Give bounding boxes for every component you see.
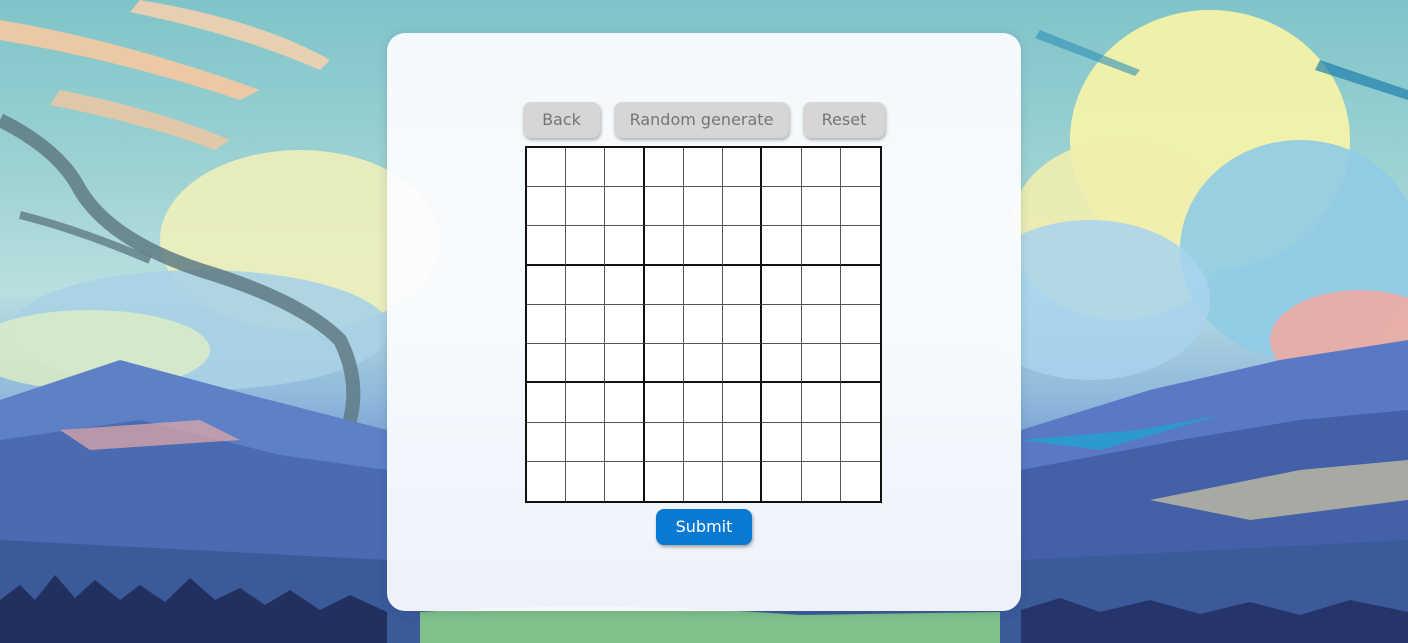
sudoku-cell[interactable] [723, 304, 763, 345]
sudoku-cell[interactable] [683, 461, 724, 501]
sudoku-cell[interactable] [801, 226, 841, 266]
toolbar: Back Random generate Reset [387, 102, 1021, 138]
sudoku-cell[interactable] [723, 148, 763, 188]
sudoku-cell[interactable] [801, 187, 841, 227]
sudoku-cell[interactable] [840, 187, 880, 227]
sudoku-cell[interactable] [644, 461, 684, 501]
sudoku-cell[interactable] [605, 304, 645, 345]
sudoku-cell[interactable] [683, 344, 724, 384]
game-panel: Back Random generate Reset Submit [387, 33, 1021, 611]
sudoku-cell[interactable] [644, 383, 684, 423]
sudoku-cell[interactable] [723, 226, 763, 266]
sudoku-cell[interactable] [644, 226, 684, 266]
random-generate-button[interactable]: Random generate [614, 102, 789, 138]
sudoku-cell[interactable] [723, 265, 763, 305]
sudoku-cell[interactable] [801, 304, 841, 345]
sudoku-cell[interactable] [840, 383, 880, 423]
reset-button[interactable]: Reset [803, 102, 885, 138]
sudoku-cell[interactable] [566, 265, 606, 305]
sudoku-cell[interactable] [840, 226, 880, 266]
sudoku-cell[interactable] [762, 187, 802, 227]
sudoku-cell[interactable] [527, 226, 567, 266]
sudoku-cell[interactable] [644, 148, 684, 188]
sudoku-cell[interactable] [762, 383, 802, 423]
sudoku-cell[interactable] [605, 344, 645, 384]
sudoku-cell[interactable] [605, 226, 645, 266]
sudoku-cell[interactable] [566, 383, 606, 423]
sudoku-cell[interactable] [801, 265, 841, 305]
sudoku-cell[interactable] [723, 344, 763, 384]
sudoku-cell[interactable] [801, 461, 841, 501]
sudoku-board [525, 146, 882, 503]
submit-button[interactable]: Submit [656, 509, 752, 545]
sudoku-cell[interactable] [683, 422, 724, 462]
sudoku-cell[interactable] [801, 344, 841, 384]
sudoku-cell[interactable] [566, 148, 606, 188]
sudoku-cell[interactable] [762, 148, 802, 188]
sudoku-cell[interactable] [762, 422, 802, 462]
sudoku-cell[interactable] [683, 187, 724, 227]
sudoku-cell[interactable] [605, 422, 645, 462]
sudoku-cell[interactable] [605, 187, 645, 227]
sudoku-cell[interactable] [723, 187, 763, 227]
sudoku-cell[interactable] [527, 265, 567, 305]
sudoku-cell[interactable] [840, 344, 880, 384]
sudoku-cell[interactable] [605, 383, 645, 423]
sudoku-cell[interactable] [527, 344, 567, 384]
sudoku-cell[interactable] [566, 422, 606, 462]
sudoku-cell[interactable] [527, 383, 567, 423]
sudoku-cell[interactable] [762, 344, 802, 384]
sudoku-cell[interactable] [762, 226, 802, 266]
sudoku-cell[interactable] [566, 187, 606, 227]
sudoku-cell[interactable] [723, 461, 763, 501]
sudoku-cell[interactable] [762, 265, 802, 305]
sudoku-cell[interactable] [801, 383, 841, 423]
sudoku-cell[interactable] [644, 344, 684, 384]
sudoku-cell[interactable] [527, 148, 567, 188]
sudoku-cell[interactable] [683, 304, 724, 345]
sudoku-cell[interactable] [527, 304, 567, 345]
back-button[interactable]: Back [523, 102, 600, 138]
sudoku-cell[interactable] [683, 383, 724, 423]
sudoku-cell[interactable] [801, 422, 841, 462]
sudoku-cell[interactable] [762, 304, 802, 345]
sudoku-cell[interactable] [840, 304, 880, 345]
sudoku-cell[interactable] [840, 461, 880, 501]
sudoku-cell[interactable] [683, 148, 724, 188]
sudoku-cell[interactable] [644, 187, 684, 227]
sudoku-cell[interactable] [605, 148, 645, 188]
sudoku-cell[interactable] [644, 422, 684, 462]
sudoku-cell[interactable] [801, 148, 841, 188]
sudoku-cell[interactable] [683, 265, 724, 305]
sudoku-cell[interactable] [840, 422, 880, 462]
sudoku-cell[interactable] [566, 226, 606, 266]
sudoku-cell[interactable] [566, 304, 606, 345]
sudoku-cell[interactable] [644, 265, 684, 305]
sudoku-cell[interactable] [566, 344, 606, 384]
sudoku-cell[interactable] [683, 226, 724, 266]
sudoku-cell[interactable] [605, 265, 645, 305]
sudoku-cell[interactable] [566, 461, 606, 501]
sudoku-cell[interactable] [840, 265, 880, 305]
sudoku-cell[interactable] [723, 383, 763, 423]
sudoku-cell[interactable] [840, 148, 880, 188]
sudoku-cell[interactable] [527, 187, 567, 227]
sudoku-cell[interactable] [762, 461, 802, 501]
sudoku-cell[interactable] [605, 461, 645, 501]
sudoku-cell[interactable] [723, 422, 763, 462]
sudoku-cell[interactable] [644, 304, 684, 345]
sudoku-cell[interactable] [527, 422, 567, 462]
sudoku-cell[interactable] [527, 461, 567, 501]
